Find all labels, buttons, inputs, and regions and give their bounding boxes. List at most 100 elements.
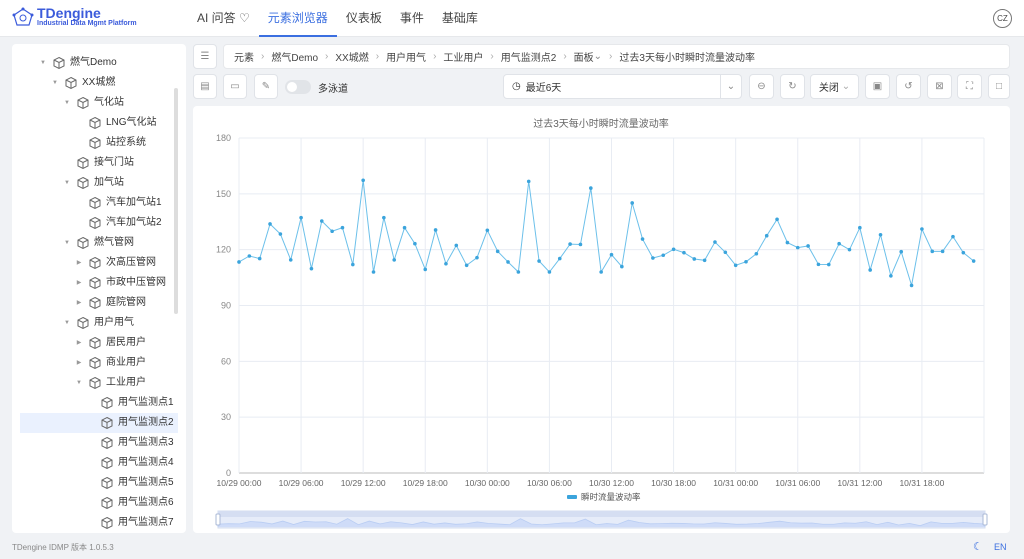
breadcrumb-item[interactable]: 工业用户 [443,49,483,64]
dark-mode-icon[interactable]: ☾ [973,540,983,553]
data-point [423,267,428,272]
tree-item[interactable]: ▶ 次高压管网 [20,253,178,273]
tree-item[interactable]: ▶ 市政中压管网 [20,273,178,293]
caret-right-icon[interactable]: ▶ [74,253,84,273]
logo[interactable]: TDengine Industrial Data Mgmt Platform [12,6,137,27]
tree-item[interactable]: 用气监测点5 [20,473,178,493]
tree-item[interactable]: ▼ 加气站 [20,173,178,193]
data-point [806,244,810,248]
tree-item[interactable]: ▶ 庭院管网 [20,293,178,313]
data-point [620,264,624,269]
caret-down-icon[interactable]: ▼ [38,53,48,73]
language-switch[interactable]: EN [994,542,1007,552]
cube-icon [77,176,89,190]
nav-dashboard[interactable]: 仪表板 [337,0,391,37]
tree-item[interactable]: ▼ 燃气管网 [20,233,178,253]
multi-lane-toggle[interactable] [285,80,311,94]
maximize-button[interactable]: □ [988,74,1010,99]
export-button[interactable]: ⊠ [927,74,952,99]
chevron-down-icon[interactable]: ⌄ [594,51,602,62]
nav-element-browser[interactable]: 元素浏览器 [258,0,337,37]
attributes-button[interactable]: ▤ [193,74,217,99]
tree-item[interactable]: 用气监测点7 [20,513,178,533]
tree-item[interactable]: 汽车加气站1 [20,193,178,213]
time-range-dropdown[interactable]: ⌄ [720,74,742,99]
caret-down-icon[interactable]: ▼ [62,233,72,253]
nav-ai-qa[interactable]: AI 问答 ♡ [188,0,259,37]
tree-item[interactable]: ▶ 居民用户 [20,333,178,353]
caret-right-icon[interactable]: ▶ [74,353,84,373]
tree-item[interactable]: 接气门站 [20,153,178,173]
tree-item[interactable]: ▼ 用户用气 [20,313,178,333]
data-point [858,225,862,230]
edit-button[interactable]: ✎ [254,74,278,99]
breadcrumb-item[interactable]: XX城燃 [335,49,368,64]
caret-right-icon[interactable]: ▶ [74,293,84,313]
tree-item[interactable]: 用气监测点2 [20,413,178,433]
tree-item[interactable]: 用气监测点1 [20,393,178,413]
fullscreen-icon: ⛶ [966,81,973,92]
cube-icon [89,196,101,210]
breadcrumb-item[interactable]: 面板 [574,49,594,64]
refresh-button[interactable]: ↻ [780,74,805,99]
cube-icon [101,456,113,470]
time-range-picker[interactable]: ◷ 最近6天 [503,74,721,99]
breadcrumb-item[interactable]: 燃气Demo [271,49,318,64]
tree-item[interactable]: 用气监测点6 [20,493,178,513]
caret-right-icon[interactable]: ▶ [74,273,84,293]
data-point [371,270,376,274]
chevron-right-icon: › [325,51,329,62]
data-point [330,229,334,234]
data-point [744,259,748,264]
tree-item-label: 用户用气 [94,317,134,328]
tree-item[interactable]: ▼ XX城燃 [20,73,178,93]
caret-down-icon[interactable]: ▼ [62,313,72,333]
user-avatar[interactable]: CZ [993,9,1012,28]
caret-down-icon[interactable]: ▼ [62,173,72,193]
caret-right-icon[interactable]: ▶ [74,333,84,353]
tree-item[interactable]: 汽车加气站2 [20,213,178,233]
nav-events[interactable]: 事件 [391,0,433,37]
tree-item[interactable]: 用气监测点4 [20,453,178,473]
zoom-out-button[interactable]: ⊖ [749,74,774,99]
image-button[interactable]: ▣ [865,74,890,99]
x-tick-label: 10/29 00:00 [217,478,262,488]
data-point [826,262,831,267]
breadcrumb-item[interactable]: 用气监测点2 [501,49,557,64]
cube-icon [101,416,113,430]
save-button[interactable]: ▭ [223,74,247,99]
data-point [299,215,303,220]
data-point [785,240,790,245]
caret-down-icon[interactable]: ▼ [74,373,84,393]
tree-item-label: 庭院管网 [106,297,146,308]
cube-icon [89,336,101,350]
data-point [578,242,583,247]
data-point [526,179,531,184]
breadcrumb-item[interactable]: 用户用气 [386,49,426,64]
logo-subtitle: Industrial Data Mgmt Platform [37,20,137,27]
tree-item[interactable]: ▶ 商业用户 [20,353,178,373]
data-point [247,254,252,258]
caret-down-icon[interactable]: ▼ [50,73,60,93]
history-button[interactable]: ↺ [896,74,921,99]
slider-handle[interactable] [215,513,221,526]
breadcrumb-item[interactable]: 元素 [234,49,254,64]
collapse-sidebar-button[interactable]: ☰ [193,44,217,69]
tree-item[interactable]: ▼ 工业用户 [20,373,178,393]
tree-item[interactable]: ▼ 气化站 [20,93,178,113]
data-point [413,241,417,246]
tree-scrollbar[interactable] [174,88,178,314]
element-tree: ▼ 燃气Demo ▼ XX城燃 ▼ 气化站 LNG气化站 站控系统 接气门站 ▼ 加气站 汽车加气站1… [12,44,186,533]
tree-item[interactable]: LNG气化站 [20,113,178,133]
nav-library[interactable]: 基础库 [433,0,487,37]
data-zoom-slider[interactable] [215,510,988,529]
tree-item[interactable]: ▼ 燃气Demo [20,53,178,73]
caret-down-icon[interactable]: ▼ [62,93,72,113]
tree-item[interactable]: 用气监测点3 [20,433,178,453]
tree-item-label: 用气监测点4 [118,457,174,468]
fullscreen-button[interactable]: ⛶ [957,74,982,99]
tree-item[interactable]: 站控系统 [20,133,178,153]
slider-handle[interactable] [982,513,988,526]
data-point [454,243,459,248]
auto-refresh-select[interactable]: 关闭 ⌄ [810,74,859,99]
